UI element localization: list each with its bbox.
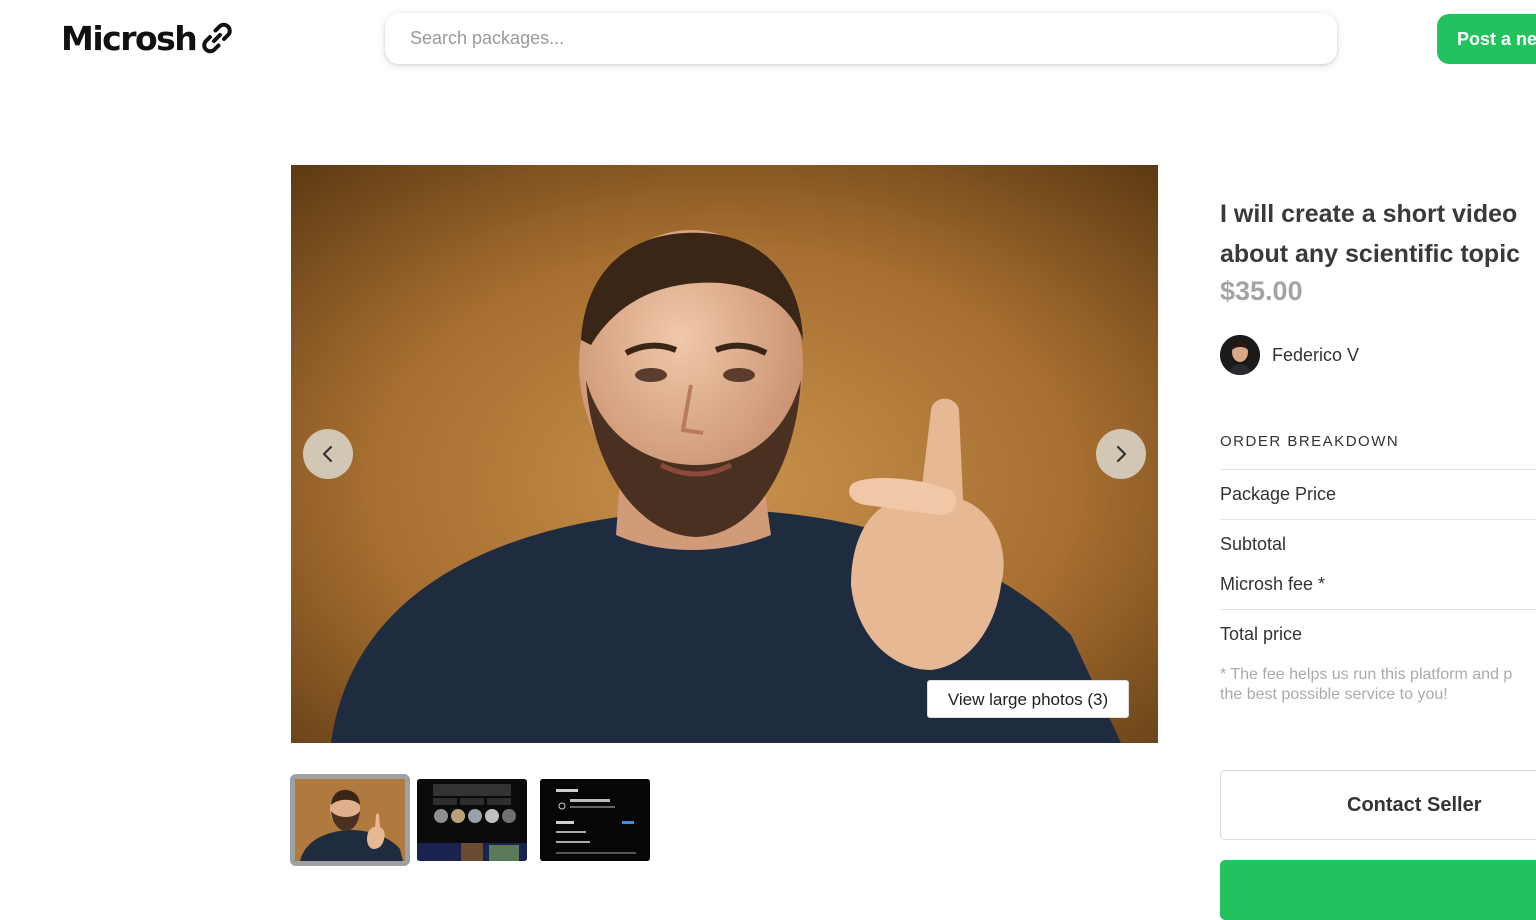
order-breakdown-heading: ORDER BREAKDOWN: [1220, 433, 1400, 450]
carousel-prev-button[interactable]: [303, 429, 353, 479]
thumbnail-3[interactable]: [540, 779, 650, 861]
link-icon: [202, 22, 232, 54]
thumbnail-2-image: [417, 779, 527, 861]
package-title-line2: about any scientific topic: [1220, 240, 1521, 268]
seller-avatar-image: [1220, 335, 1260, 375]
thumbnail-1[interactable]: [290, 774, 410, 866]
logo-text: Microsh: [61, 18, 198, 58]
fee-note: * The fee helps us run this platform and…: [1220, 665, 1536, 705]
subtotal-label: Subtotal: [1220, 534, 1287, 554]
package-price: $35.00: [1220, 276, 1303, 306]
contact-seller-button[interactable]: Contact Seller: [1220, 770, 1536, 840]
divider: [1220, 469, 1536, 470]
seller-avatar[interactable]: [1220, 335, 1260, 375]
logo[interactable]: Microsh: [61, 18, 237, 58]
search-input[interactable]: [385, 13, 1337, 64]
thumbnail-3-image: [540, 779, 650, 861]
chevron-left-icon: [322, 445, 333, 463]
post-new-button[interactable]: Post a new: [1437, 14, 1536, 64]
fee-note-line1: * The fee helps us run this platform and…: [1220, 666, 1513, 683]
package-price-label: Package Price: [1220, 484, 1337, 504]
search-bar[interactable]: [385, 13, 1337, 64]
package-title: I will create a short video about any sc…: [1220, 194, 1536, 274]
main-photo: [291, 165, 1158, 743]
fee-label: Microsh fee *: [1220, 574, 1326, 594]
photo-carousel: View large photos (3): [291, 165, 1158, 743]
seller-info[interactable]: Federico V: [1220, 335, 1359, 375]
buy-button[interactable]: [1220, 860, 1536, 920]
view-large-photos-button[interactable]: View large photos (3): [927, 680, 1129, 718]
carousel-next-button[interactable]: [1096, 429, 1146, 479]
package-title-line1: I will create a short video: [1220, 200, 1518, 228]
thumbnail-2[interactable]: [417, 779, 527, 861]
divider: [1220, 609, 1536, 610]
fee-note-line2: the best possible service to you!: [1220, 686, 1448, 703]
seller-name[interactable]: Federico V: [1272, 345, 1359, 366]
total-price-label: Total price: [1220, 624, 1303, 644]
chevron-right-icon: [1116, 445, 1127, 463]
divider: [1220, 519, 1536, 520]
thumbnail-1-image: [295, 779, 405, 861]
